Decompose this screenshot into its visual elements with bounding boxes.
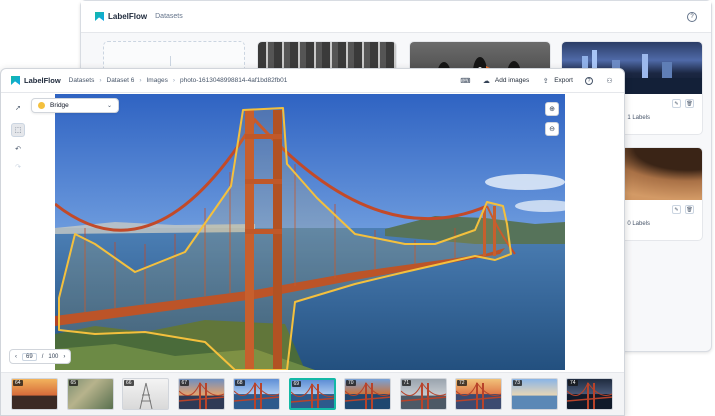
thumbnail-item[interactable]: 71 — [399, 378, 447, 410]
delete-icon[interactable]: 🗑 — [685, 205, 694, 214]
card-actions: ✎ 🗑 — [672, 205, 694, 214]
next-image-icon[interactable]: › — [63, 354, 65, 360]
thumbnail-gallery: 64 65 66 67 68 69 70 71 72 73 74 — [1, 372, 624, 415]
thumbnail-item[interactable]: 65 — [66, 378, 114, 410]
app-logo[interactable]: LabelFlow — [95, 12, 147, 21]
breadcrumb-images[interactable]: Images — [147, 77, 168, 84]
thumbnail-item[interactable]: 74 — [566, 378, 613, 410]
edit-icon[interactable]: ✎ — [672, 205, 681, 214]
thumbnail-number: 74 — [568, 380, 578, 386]
edit-icon[interactable]: ✎ — [672, 99, 681, 108]
export-icon: ⇪ — [542, 77, 549, 85]
redo-icon[interactable]: ↷ — [11, 160, 25, 174]
logo-icon — [11, 76, 20, 85]
previous-image-icon[interactable]: ‹ — [15, 354, 17, 360]
zoom-in-icon[interactable]: ⊕ — [545, 102, 559, 116]
thumbnail-item[interactable]: 69 — [288, 378, 336, 410]
thumbnail-number: 71 — [401, 380, 412, 386]
cloud-upload-icon: ☁ — [482, 77, 490, 85]
app-logo[interactable]: LabelFlow — [11, 76, 61, 85]
chevron-right-icon: › — [172, 77, 175, 84]
app-name: LabelFlow — [24, 76, 61, 85]
thumbnail-number: 70 — [346, 380, 356, 386]
breadcrumb-datasets[interactable]: Datasets — [155, 13, 183, 20]
thumbnail-item[interactable]: 68 — [233, 378, 280, 410]
breadcrumb-dataset[interactable]: Dataset 6 — [107, 77, 135, 84]
class-color-swatch — [38, 102, 45, 109]
tool-panel: ➚ ⬚ ↶ ↷ — [1, 94, 55, 334]
datasets-header: LabelFlow Datasets ? — [81, 1, 711, 33]
class-selector-value: Bridge — [50, 102, 69, 109]
help-icon[interactable]: ? — [585, 76, 593, 85]
chevron-right-icon: › — [139, 77, 142, 84]
chevron-right-icon: › — [99, 77, 102, 84]
card-actions: ✎ 🗑 — [672, 99, 694, 108]
thumbnail-item[interactable]: 70 — [344, 378, 391, 410]
keyboard-icon[interactable]: ⌨ — [460, 76, 470, 85]
screenshot-stage: LabelFlow Datasets ? ✎ 🗑 1 Labels ✎ 🗑 0 … — [0, 0, 715, 416]
bridge-photo — [55, 94, 565, 370]
user-icon[interactable]: ⚇ — [605, 76, 614, 85]
export-button[interactable]: ⇪ Export — [541, 76, 573, 85]
zoom-out-icon[interactable]: ⊖ — [545, 122, 559, 136]
image-canvas[interactable]: ⊕ ⊖ — [55, 94, 565, 370]
thumbnail-number: 66 — [124, 380, 134, 386]
breadcrumb: Datasets › Dataset 6 › Images › photo-16… — [69, 77, 288, 84]
thumbnail-number: 72 — [457, 380, 467, 386]
help-icon[interactable]: ? — [687, 11, 697, 22]
app-name: LabelFlow — [108, 12, 148, 21]
thumbnail-number: 73 — [512, 380, 523, 386]
thumbnail-number: 65 — [68, 380, 79, 386]
logo-icon — [95, 12, 104, 21]
box-tool-icon[interactable]: ⬚ — [11, 123, 25, 137]
thumbnail-item[interactable]: 66 — [122, 378, 169, 410]
thumbnail-number: 69 — [291, 381, 302, 387]
select-tool-icon[interactable]: ➚ — [11, 101, 25, 115]
thumbnail-item[interactable]: 67 — [177, 378, 225, 410]
breadcrumb-image: photo-1613048998814-4af1bd82fb01 — [180, 77, 288, 84]
labels-count: 1 Labels — [627, 115, 651, 121]
thumbnail-number: 64 — [13, 380, 23, 386]
add-images-button[interactable]: ☁ Add images — [482, 76, 529, 85]
thumbnail-item[interactable]: 72 — [455, 378, 502, 410]
add-images-label: Add images — [494, 77, 530, 84]
class-selector[interactable]: Bridge ⌄ — [31, 98, 119, 113]
labeling-window: LabelFlow Datasets › Dataset 6 › Images … — [0, 68, 625, 416]
total-images: 100 — [48, 353, 59, 360]
thumbnail-item[interactable]: 73 — [510, 378, 558, 410]
current-image-input[interactable]: 69 — [22, 352, 37, 361]
breadcrumb-datasets[interactable]: Datasets — [69, 77, 95, 84]
delete-icon[interactable]: 🗑 — [685, 99, 694, 108]
labels-count: 0 Labels — [627, 221, 651, 227]
pager-separator: / — [41, 353, 44, 360]
labeling-topbar: LabelFlow Datasets › Dataset 6 › Images … — [1, 69, 624, 93]
undo-icon[interactable]: ↶ — [11, 142, 25, 156]
topbar-actions: ⌨ ☁ Add images ⇪ Export ? ⚇ — [460, 76, 614, 85]
thumbnail-number: 68 — [235, 380, 245, 386]
export-label: Export — [554, 77, 573, 84]
thumbnail-number: 67 — [179, 380, 190, 386]
image-pager: ‹ 69 / 100 › — [9, 349, 72, 364]
thumbnail-item[interactable]: 64 — [11, 378, 58, 410]
chevron-down-icon: ⌄ — [106, 103, 112, 109]
